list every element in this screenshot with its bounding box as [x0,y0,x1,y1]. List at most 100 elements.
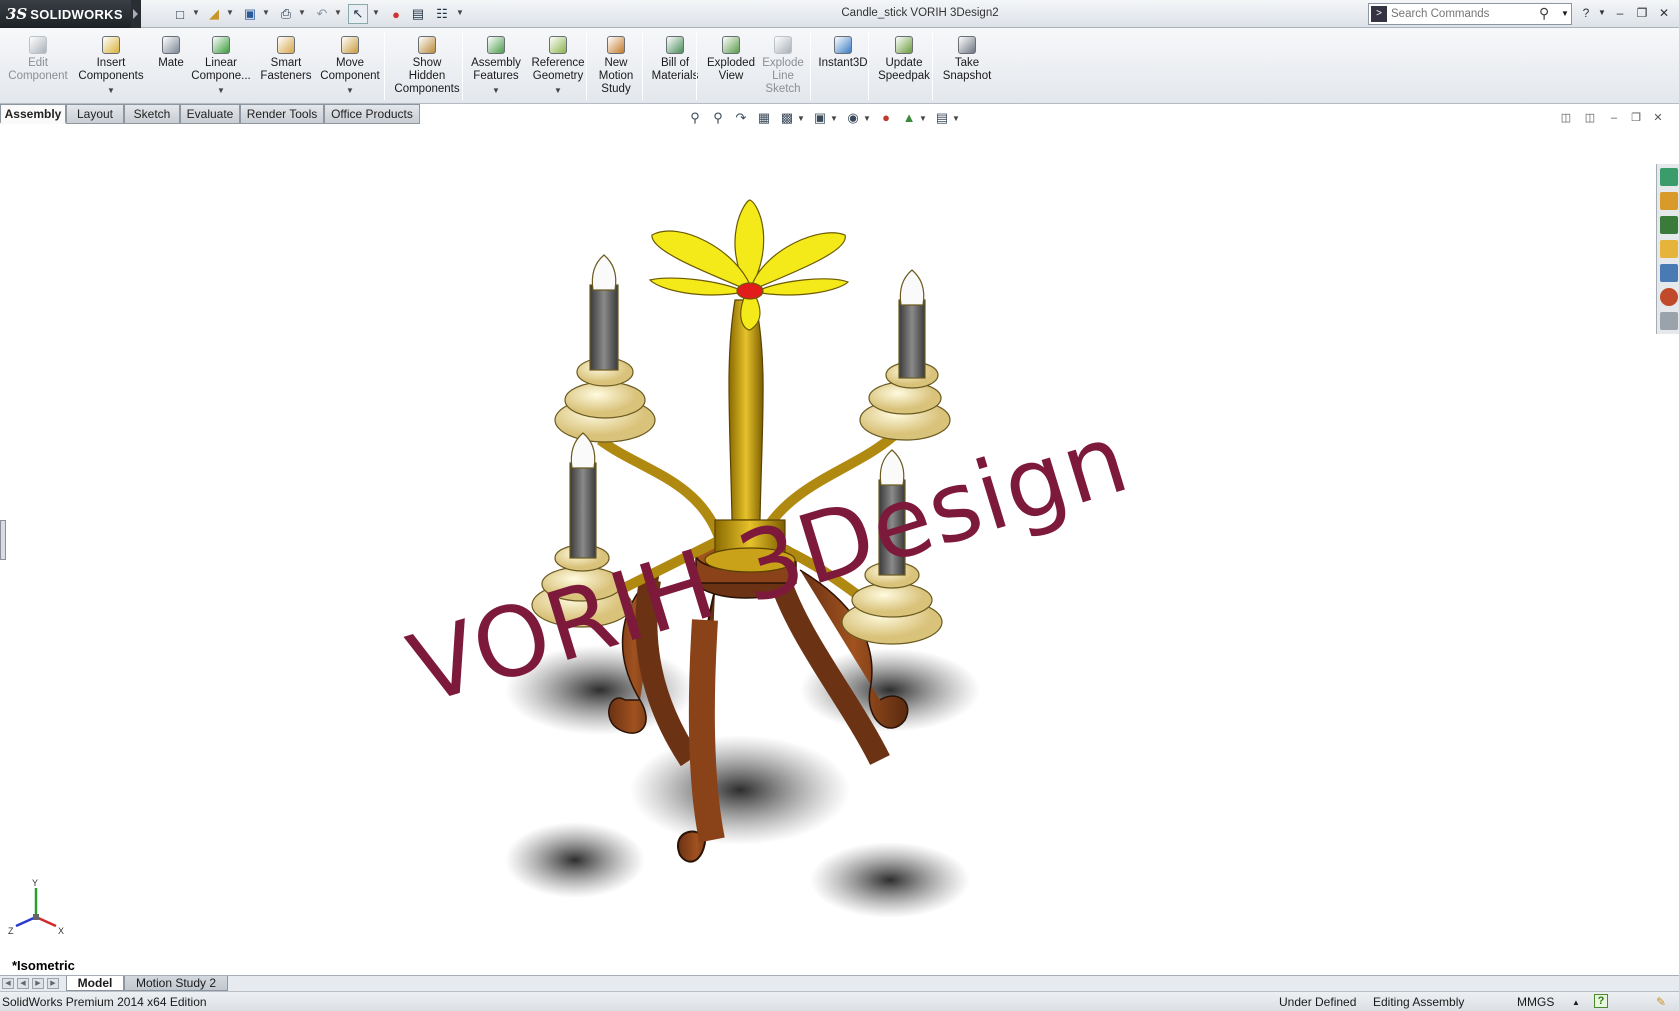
view-orientation-label: *Isometric [12,958,75,973]
next-tab-icon[interactable]: ▶ [32,978,44,989]
options-dropdown-icon[interactable]: ▼ [456,8,464,20]
title-bar: 3S SOLIDWORKS □ ▼ ◢ ▼ ▣ ▼ ⎙ ▼ ↶ ▼ ↖ ▼ ● … [0,0,1679,28]
command-prompt-icon: > [1371,6,1387,22]
search-commands-box[interactable]: > ⚲ ▼ [1368,3,1572,25]
flower-top[interactable] [648,199,850,331]
view-orientation-dropdown-icon[interactable]: ▼ [797,114,805,123]
tab-sketch[interactable]: Sketch [124,104,180,124]
design-library-icon[interactable] [1660,192,1678,210]
move-component-dropdown-icon[interactable]: ▼ [346,84,354,97]
tab-office-products[interactable]: Office Products [324,104,420,124]
search-icon[interactable]: ⚲ [1539,5,1549,22]
save-icon[interactable]: ▣ [240,4,260,24]
insert-components-button[interactable]: Insert Components ▼ [78,32,144,102]
new-motion-study-button[interactable]: New Motion Study [594,32,638,102]
smart-fasteners-label: Smart Fasteners [260,57,312,82]
reference-triad [15,888,57,928]
explode-line-sketch-button[interactable]: Explode Line Sketch [760,32,806,102]
bill-of-materials-icon [666,36,684,54]
product-edition: SolidWorks Premium 2014 x64 Edition [2,995,207,1009]
move-component-button[interactable]: Move Component ▼ [318,32,382,102]
display-style-dropdown-icon[interactable]: ▼ [830,114,838,123]
exploded-view-icon [722,36,740,54]
restore-icon[interactable]: ❐ [1634,5,1650,21]
tab-assembly[interactable]: Assembly [0,104,66,124]
select-dropdown-icon[interactable]: ▼ [372,8,380,20]
view-palette-icon[interactable] [1660,264,1678,282]
search-input[interactable] [1391,6,1541,22]
print-dropdown-icon[interactable]: ▼ [298,8,306,20]
rebuild-icon[interactable]: ● [386,4,406,24]
hide-show-dropdown-icon[interactable]: ▼ [863,114,871,123]
toolbar-separator [810,32,811,100]
rebuild-status-icon[interactable]: ✎ [1656,995,1666,1009]
solidworks-resources-icon[interactable] [1660,168,1678,186]
close-icon[interactable]: ✕ [1656,5,1672,21]
quick-tips-help-icon[interactable]: ? [1594,994,1608,1008]
open-dropdown-icon[interactable]: ▼ [226,8,234,20]
select-pointer-icon[interactable]: ↖ [348,4,368,24]
appearances-icon[interactable] [1660,288,1678,306]
solidworks-logo[interactable]: 3S SOLIDWORKS [0,0,131,28]
units-arrow-icon[interactable]: ▲ [1572,998,1580,1007]
insert-components-dropdown-icon[interactable]: ▼ [107,84,115,97]
help-icon[interactable]: ? [1578,5,1594,21]
ds-logo-mark: 3S [6,5,28,23]
mate-icon [162,36,180,54]
tab-evaluate[interactable]: Evaluate [180,104,240,124]
edit-component-button[interactable]: Edit Component [6,32,70,102]
show-hidden-components-button[interactable]: Show Hidden Components [392,32,462,102]
tab-model[interactable]: Model [66,976,124,991]
tab-render-tools[interactable]: Render Tools [240,104,324,124]
undo-dropdown-icon[interactable]: ▼ [334,8,342,20]
command-manager-tabs: Assembly Layout Sketch Evaluate Render T… [0,104,440,124]
edit-component-icon [29,36,47,54]
reference-geometry-dropdown-icon[interactable]: ▼ [554,84,562,97]
feature-manager-handle[interactable] [0,520,6,560]
assembly-features-label: Assembly Features [471,57,521,82]
help-dropdown-icon[interactable]: ▼ [1594,5,1610,21]
reference-geometry-button[interactable]: Reference Geometry ▼ [528,32,588,102]
take-snapshot-button[interactable]: Take Snapshot [940,32,994,102]
view-settings-dropdown-icon[interactable]: ▼ [952,114,960,123]
editing-mode-status: Editing Assembly [1373,995,1465,1009]
save-dropdown-icon[interactable]: ▼ [262,8,270,20]
tab-motion-study-2[interactable]: Motion Study 2 [124,976,228,991]
tab-layout[interactable]: Layout [66,104,124,124]
bill-of-materials-button[interactable]: Bill of Materials [650,32,700,102]
assembly-features-button[interactable]: Assembly Features ▼ [470,32,522,102]
apply-scene-dropdown-icon[interactable]: ▼ [919,114,927,123]
undo-icon[interactable]: ↶ [312,4,332,24]
last-tab-icon[interactable]: ▶ [47,978,59,989]
candle-holder-back-left[interactable] [554,254,656,443]
candle-holder-back-right[interactable] [859,269,951,441]
explode-line-sketch-label: Explode Line Sketch [762,57,804,95]
search-dropdown-icon[interactable]: ▼ [1561,9,1569,18]
open-folder-icon[interactable]: ◢ [204,4,224,24]
toolbar-separator [696,32,697,100]
first-tab-icon[interactable]: ◀ [2,978,14,989]
main-menu-arrow-icon[interactable] [131,0,141,28]
triad-x-label: X [58,926,64,936]
file-explorer-icon[interactable] [1660,216,1678,234]
new-dropdown-icon[interactable]: ▼ [192,8,200,20]
mate-button[interactable]: Mate [156,32,186,102]
document-title: Candle_stick VORIH 3Design2 [841,7,999,19]
smart-fasteners-button[interactable]: Smart Fasteners [258,32,314,102]
exploded-view-button[interactable]: Exploded View [704,32,758,102]
file-properties-icon[interactable]: ▤ [408,4,428,24]
minimize-icon[interactable]: – [1612,5,1628,21]
instant3d-button[interactable]: Instant3D [816,32,870,102]
linear-component-pattern-dropdown-icon[interactable]: ▼ [217,84,225,97]
print-icon[interactable]: ⎙ [276,4,296,24]
assembly-features-dropdown-icon[interactable]: ▼ [492,84,500,97]
update-speedpak-button[interactable]: Update Speedpak [876,32,932,102]
previous-tab-icon[interactable]: ◀ [17,978,29,989]
view-palette-folder-icon[interactable] [1660,240,1678,258]
unit-system[interactable]: MMGS [1517,995,1554,1009]
custom-properties-icon[interactable] [1660,312,1678,330]
graphics-area[interactable]: Y Z X VORIH 3Design [0,124,1656,974]
options-icon[interactable]: ☷ [432,4,452,24]
linear-component-pattern-button[interactable]: Linear Compone... ▼ [190,32,252,102]
new-document-icon[interactable]: □ [170,4,190,24]
